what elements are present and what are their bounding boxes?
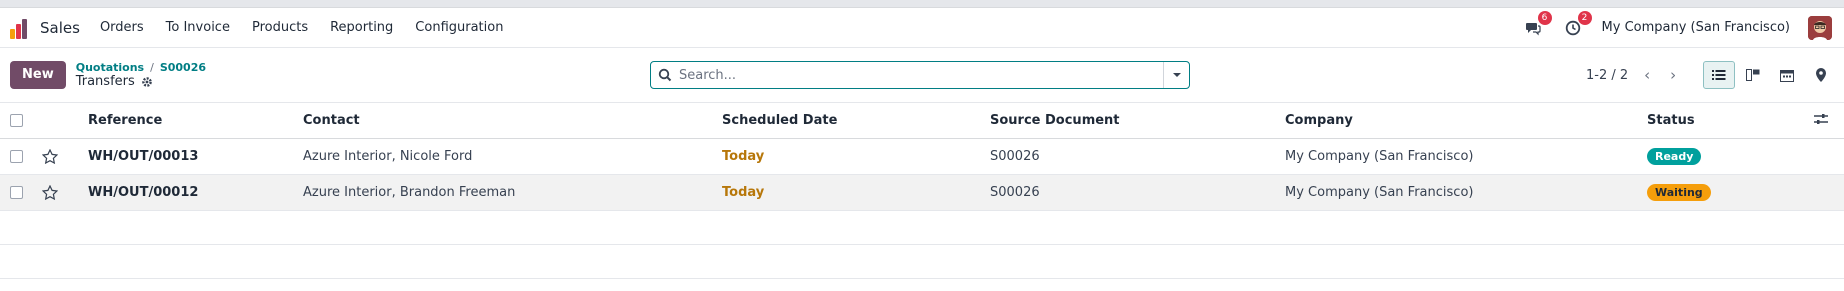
status-badge: Ready [1647,148,1702,165]
breadcrumb-quotations[interactable]: Quotations [76,61,144,74]
column-header-source-document[interactable]: Source Document [990,103,1285,139]
cell-source-document: S00026 [990,185,1040,200]
page-title: Transfers [75,74,135,89]
user-avatar[interactable] [1808,15,1832,40]
cell-scheduled-date: Today [722,149,765,164]
menu-item-products[interactable]: Products [252,20,308,35]
column-header-scheduled-date[interactable]: Scheduled Date [722,103,990,139]
breadcrumb-separator: / [150,61,154,74]
menu-item-reporting[interactable]: Reporting [330,20,393,35]
cell-contact: Azure Interior, Nicole Ford [303,149,473,164]
optional-columns-icon[interactable] [1814,113,1828,125]
kanban-view-button[interactable] [1737,61,1769,89]
cell-company: My Company (San Francisco) [1285,185,1474,200]
column-header-contact[interactable]: Contact [303,103,722,139]
transfers-table: Reference Contact Scheduled Date Source … [0,102,1844,211]
pager: 1-2 / 2 ‹ › [1586,66,1680,84]
cell-reference: WH/OUT/00013 [88,149,199,164]
user-face-icon [1808,15,1832,40]
menu-item-to-invoice[interactable]: To Invoice [166,20,230,35]
table-row[interactable]: WH/OUT/00012 Azure Interior, Brandon Fre… [0,174,1844,211]
column-header-status[interactable]: Status [1647,103,1814,139]
main-menu: Orders To Invoice Products Reporting Con… [100,20,504,35]
messages-count-badge: 6 [1537,10,1552,25]
pager-value[interactable]: 1-2 / 2 [1586,68,1628,83]
cell-company: My Company (San Francisco) [1285,149,1474,164]
row-checkbox[interactable] [10,150,23,163]
empty-row [0,211,1844,245]
company-switcher[interactable]: My Company (San Francisco) [1602,20,1790,35]
cell-contact: Azure Interior, Brandon Freeman [303,185,516,200]
search-icon [651,68,679,82]
caret-down-icon [1172,73,1181,77]
cell-scheduled-date: Today [722,185,765,200]
control-panel: New Quotations / S00026 Transfers 1-2 / … [0,48,1844,102]
map-view-button[interactable] [1805,61,1837,89]
star-icon[interactable] [41,148,59,165]
view-switcher [1703,61,1837,89]
sales-app-icon[interactable] [10,17,32,39]
activities-count-badge: 2 [1577,10,1592,25]
chat-icon [1525,22,1541,35]
cell-reference: WH/OUT/00012 [88,185,199,200]
navbar-systray: 6 2 My Company (San Francisco) [1522,10,1836,40]
column-header-reference[interactable]: Reference [88,103,303,139]
activities-button[interactable]: 2 [1562,10,1592,39]
status-badge: Waiting [1647,184,1711,201]
breadcrumb-order[interactable]: S00026 [160,61,206,74]
map-pin-icon [1816,68,1826,82]
divider [0,278,1844,279]
row-checkbox[interactable] [10,186,23,199]
clock-icon [1565,20,1580,35]
new-button[interactable]: New [10,61,66,89]
star-icon[interactable] [41,184,59,201]
kanban-view-icon [1746,69,1760,81]
messages-button[interactable]: 6 [1522,10,1552,39]
search-options-toggle[interactable] [1163,62,1189,88]
table-row[interactable]: WH/OUT/00013 Azure Interior, Nicole Ford… [0,139,1844,175]
top-navbar: Sales Orders To Invoice Products Reporti… [0,8,1844,48]
browser-top-strip [0,0,1844,8]
cell-source-document: S00026 [990,149,1040,164]
app-name[interactable]: Sales [40,19,80,37]
search-input[interactable] [679,67,1163,83]
select-all-checkbox[interactable] [10,114,23,127]
column-header-company[interactable]: Company [1285,103,1647,139]
menu-item-configuration[interactable]: Configuration [415,20,503,35]
search-bar [650,61,1190,89]
pager-previous-icon[interactable]: ‹ [1640,66,1654,84]
gear-icon[interactable] [141,76,153,88]
calendar-view-button[interactable] [1771,61,1803,89]
menu-item-orders[interactable]: Orders [100,20,144,35]
calendar-view-icon [1780,69,1794,82]
breadcrumb: Quotations / S00026 Transfers [76,61,206,89]
list-view-button[interactable] [1703,61,1735,89]
table-header-row: Reference Contact Scheduled Date Source … [0,102,1844,139]
pager-next-icon[interactable]: › [1666,66,1680,84]
list-view-icon [1712,70,1726,80]
